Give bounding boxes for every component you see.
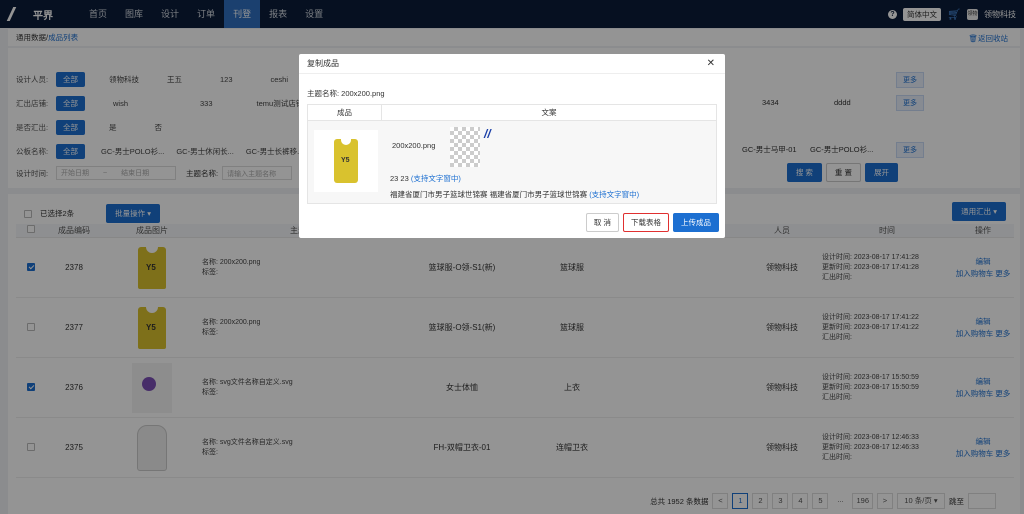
modal-table: 成品 文案 200x200.png // 23 23 (支持文字窗中) 福建省厦… [307, 104, 717, 204]
copy-product-modal: 复制成品 ✕ 主题名称: 200x200.png 成品 文案 200x200.p… [299, 54, 725, 238]
modal-product-image [314, 130, 378, 192]
support-text-link[interactable]: (支持文字窗中) [411, 174, 461, 183]
print-preview: // [484, 127, 491, 141]
download-table-button[interactable]: 下载表格 [623, 213, 669, 232]
cancel-button[interactable]: 取 消 [585, 213, 619, 232]
modal-header: 复制成品 [299, 54, 725, 74]
upload-product-button[interactable]: 上传成品 [673, 213, 719, 232]
modal-footer: 取 消 下载表格 上传成品 [585, 213, 719, 232]
transparent-preview [450, 127, 480, 167]
close-icon[interactable]: ✕ [707, 58, 715, 69]
support-text-link[interactable]: (支持文字窗中) [589, 190, 639, 199]
modal-theme-name: 主题名称: 200x200.png [307, 89, 385, 98]
